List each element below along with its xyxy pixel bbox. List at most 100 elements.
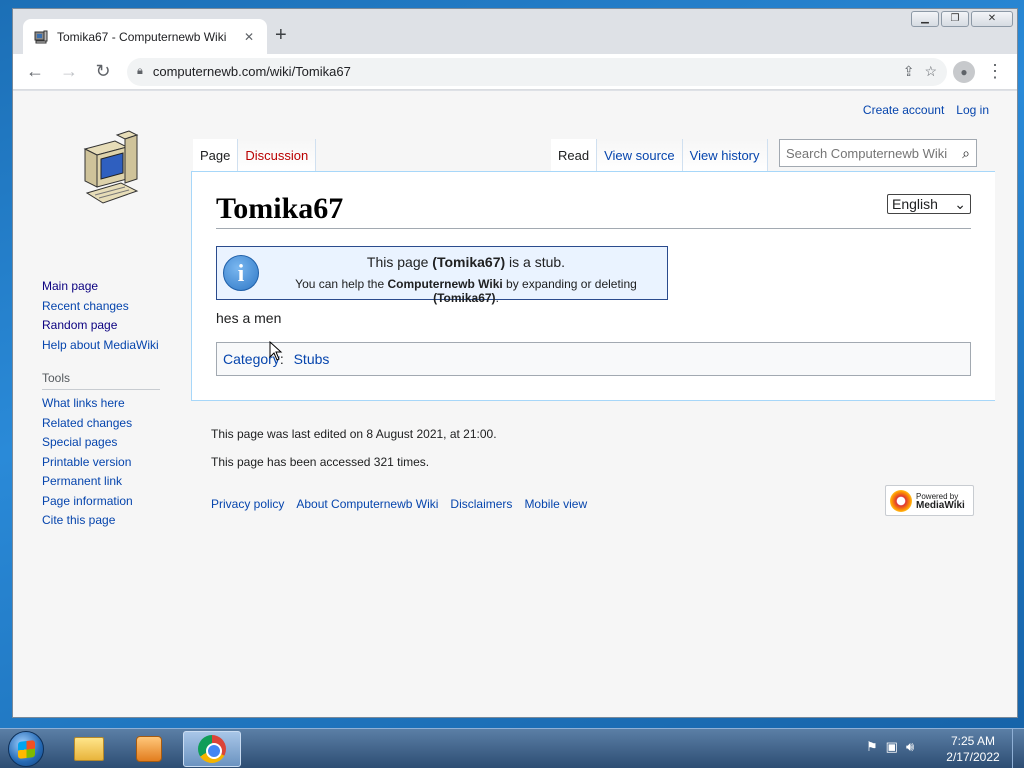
taskbar-media-player[interactable] <box>120 731 178 767</box>
access-count-text: This page has been accessed 321 times. <box>211 455 430 469</box>
media-player-icon <box>136 736 162 762</box>
tools-printable-version[interactable]: Printable version <box>42 453 182 473</box>
tab-strip: Tomika67 - Computernewb Wiki ✕ + ▁ ❐ ✕ <box>13 9 1017 54</box>
mediawiki-logo-icon <box>890 489 912 512</box>
reload-button[interactable]: ↻ <box>89 58 117 86</box>
stub-message: This page (Tomika67) is a stub. <box>265 254 667 270</box>
clock-date: 2/17/2022 <box>946 750 1000 764</box>
stub-text: You can help the <box>295 277 388 291</box>
create-account-link[interactable]: Create account <box>863 103 944 117</box>
page-title: Tomika67 <box>216 192 971 229</box>
tools-permanent-link[interactable]: Permanent link <box>42 472 182 492</box>
stub-text: is a stub. <box>505 254 566 270</box>
kebab-menu-icon[interactable]: ⋮ <box>981 58 1009 86</box>
about-link[interactable]: About Computernewb Wiki <box>296 497 438 511</box>
tab-close-icon[interactable]: ✕ <box>241 30 257 44</box>
clock-time: 7:25 AM <box>950 734 996 748</box>
language-select[interactable]: English ⌄ <box>887 194 971 214</box>
taskbar: ⚑ ▣ 🔊︎ 7:25 AM 2/17/2022 <box>0 728 1024 768</box>
back-button[interactable]: ← <box>21 58 49 86</box>
view-tabs: Read View source View history <box>551 139 768 172</box>
page-body: hes a men <box>216 310 282 326</box>
action-center-flag-icon[interactable]: ⚑ <box>866 739 878 755</box>
start-button[interactable] <box>8 731 44 767</box>
url-text[interactable]: computernewb.com/wiki/Tomika67 <box>153 64 893 79</box>
search-box: ⌕ <box>779 139 977 167</box>
window-controls: ▁ ❐ ✕ <box>911 11 1013 27</box>
chevron-down-icon: ⌄ <box>954 195 966 212</box>
browser-toolbar: ← → ↻ 🔒︎ computernewb.com/wiki/Tomika67 … <box>13 54 1017 90</box>
volume-icon[interactable]: 🔊︎ <box>906 739 914 755</box>
clock[interactable]: 7:25 AM 2/17/2022 <box>940 733 1006 765</box>
wiki-logo[interactable] <box>65 127 145 215</box>
show-desktop-button[interactable] <box>1012 729 1024 768</box>
tools-related-changes[interactable]: Related changes <box>42 414 182 434</box>
powered-by-mediawiki-badge[interactable]: Powered by MediaWiki <box>885 485 974 516</box>
stub-help: You can help the Computernewb Wiki by ex… <box>265 277 667 305</box>
close-window-button[interactable]: ✕ <box>971 11 1013 27</box>
stub-wiki-name: Computernewb Wiki <box>387 277 503 291</box>
arrow-right-icon: → <box>60 61 78 81</box>
nav-recent-changes[interactable]: Recent changes <box>42 297 182 317</box>
nav-help[interactable]: Help about MediaWiki <box>42 336 182 356</box>
tools-what-links-here[interactable]: What links here <box>42 394 182 414</box>
tab-title: Tomika67 - Computernewb Wiki <box>57 29 227 44</box>
language-value: English <box>892 196 938 212</box>
personal-tools: Create account Log in <box>863 103 989 117</box>
taskbar-chrome[interactable] <box>183 731 241 767</box>
maximize-button[interactable]: ❐ <box>941 11 969 27</box>
footer-info: This page was last edited on 8 August 20… <box>211 427 497 483</box>
tab-view-history[interactable]: View history <box>682 139 768 172</box>
share-icon[interactable]: ⇪ <box>903 63 915 80</box>
privacy-policy-link[interactable]: Privacy policy <box>211 497 284 511</box>
stub-text: by expanding or deleting <box>502 277 637 291</box>
arrow-left-icon: ← <box>26 61 44 81</box>
folder-icon <box>74 737 104 761</box>
mouse-cursor-icon <box>269 341 283 361</box>
taskbar-explorer[interactable] <box>60 731 118 767</box>
log-in-link[interactable]: Log in <box>956 103 989 117</box>
category-links: Category: Stubs <box>216 342 971 376</box>
browser-window: Tomika67 - Computernewb Wiki ✕ + ▁ ❐ ✕ ←… <box>12 8 1018 718</box>
stub-page-name: (Tomika67) <box>433 291 496 305</box>
lock-icon[interactable]: 🔒︎ <box>137 65 143 78</box>
stub-text: . <box>495 291 499 305</box>
chrome-icon <box>198 735 226 763</box>
category-stubs-link[interactable]: Stubs <box>294 351 330 367</box>
stub-page-name: (Tomika67) <box>432 254 506 270</box>
stub-notice: i This page (Tomika67) is a stub. You ca… <box>216 246 668 305</box>
tools-heading: Tools <box>42 371 160 390</box>
minimize-button[interactable]: ▁ <box>911 11 939 27</box>
powered-by-text: Powered by MediaWiki <box>916 492 965 511</box>
tab-view-source[interactable]: View source <box>597 139 683 172</box>
system-tray: ⚑ ▣ 🔊︎ <box>866 739 914 755</box>
reload-icon: ↻ <box>95 61 111 81</box>
last-edited-text: This page was last edited on 8 August 20… <box>211 427 497 441</box>
tools-cite-this-page[interactable]: Cite this page <box>42 511 182 531</box>
footer-links: Privacy policy About Computernewb Wiki D… <box>211 497 587 511</box>
stub-text: This page <box>366 254 433 270</box>
mediawiki-label: MediaWiki <box>916 499 965 511</box>
tab-discussion[interactable]: Discussion <box>238 139 317 172</box>
network-icon[interactable]: ▣ <box>886 739 898 755</box>
forward-button[interactable]: → <box>55 58 83 86</box>
info-icon: i <box>223 255 259 291</box>
address-bar[interactable]: 🔒︎ computernewb.com/wiki/Tomika67 ⇪ ☆ <box>127 57 947 86</box>
search-input[interactable] <box>786 145 963 161</box>
desktop-edge <box>0 0 12 14</box>
nav-random-page[interactable]: Random page <box>42 316 182 336</box>
browser-tab[interactable]: Tomika67 - Computernewb Wiki ✕ <box>23 19 267 54</box>
mobile-view-link[interactable]: Mobile view <box>524 497 587 511</box>
nav-main-page[interactable]: Main page <box>42 277 182 297</box>
tools-special-pages[interactable]: Special pages <box>42 433 182 453</box>
tools-page-information[interactable]: Page information <box>42 492 182 512</box>
disclaimers-link[interactable]: Disclaimers <box>450 497 512 511</box>
namespace-tabs: Page Discussion <box>193 139 317 172</box>
star-icon[interactable]: ☆ <box>924 63 937 80</box>
tab-read[interactable]: Read <box>551 139 598 172</box>
search-icon[interactable]: ⌕ <box>962 145 970 162</box>
profile-icon[interactable]: ● <box>953 60 975 83</box>
tab-page[interactable]: Page <box>193 139 239 172</box>
wiki-page: Create account Log in Main page Recent c… <box>13 91 1017 717</box>
new-tab-button[interactable]: + <box>275 25 287 45</box>
